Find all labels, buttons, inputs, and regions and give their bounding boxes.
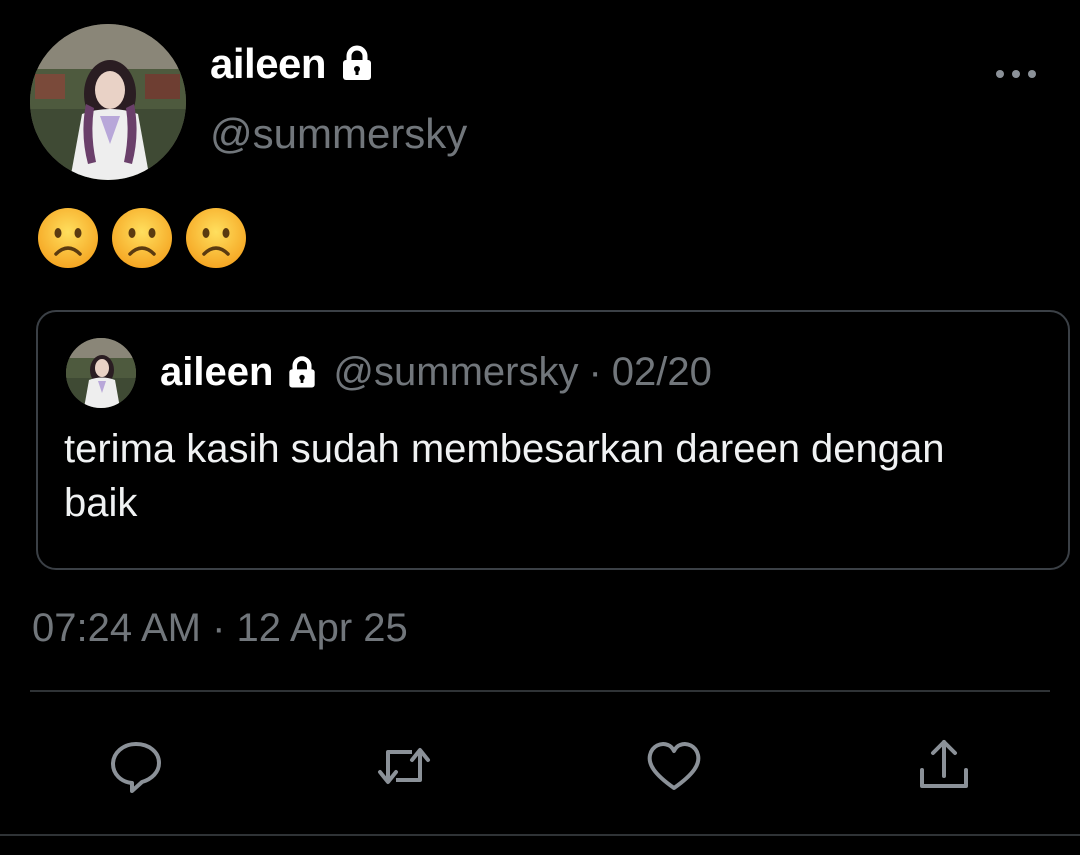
retweet-icon[interactable] bbox=[374, 736, 434, 796]
more-dot bbox=[1028, 70, 1036, 78]
quoted-avatar bbox=[66, 338, 136, 408]
reply-icon[interactable] bbox=[106, 736, 166, 796]
lock-icon bbox=[289, 355, 316, 387]
author-display-name[interactable]: aileen bbox=[210, 40, 378, 88]
quoted-avatar-image bbox=[66, 338, 136, 408]
tweet-text bbox=[36, 206, 248, 270]
more-horizontal-icon[interactable] bbox=[996, 62, 1036, 86]
frowning-face-emoji bbox=[186, 208, 246, 268]
frowning-face-emoji bbox=[112, 208, 172, 268]
quoted-header: aileen @summersky · 02/20 bbox=[160, 350, 712, 395]
divider bbox=[30, 690, 1050, 692]
quoted-tweet[interactable]: aileen @summersky · 02/20 terima kasih s… bbox=[36, 310, 1070, 570]
avatar[interactable] bbox=[30, 24, 186, 180]
more-dot bbox=[996, 70, 1004, 78]
lock-icon bbox=[343, 45, 372, 80]
tweet-timestamp[interactable]: 07:24 AM · 12 Apr 25 bbox=[32, 606, 408, 651]
quoted-date: 02/20 bbox=[611, 350, 712, 394]
more-dot bbox=[1012, 70, 1020, 78]
action-bar bbox=[0, 736, 1080, 796]
quoted-text: terima kasih sudah membesarkan dareen de… bbox=[64, 427, 945, 525]
quoted-display-name: aileen bbox=[160, 350, 274, 394]
heart-icon[interactable] bbox=[644, 736, 704, 796]
divider bbox=[0, 834, 1080, 836]
author-name-text: aileen bbox=[210, 40, 327, 87]
share-icon[interactable] bbox=[914, 736, 974, 796]
quoted-handle: @summersky bbox=[333, 350, 579, 394]
separator-dot: · bbox=[588, 350, 602, 394]
author-handle[interactable]: @summersky bbox=[210, 110, 467, 158]
avatar-image bbox=[30, 24, 186, 180]
frowning-face-emoji bbox=[38, 208, 98, 268]
